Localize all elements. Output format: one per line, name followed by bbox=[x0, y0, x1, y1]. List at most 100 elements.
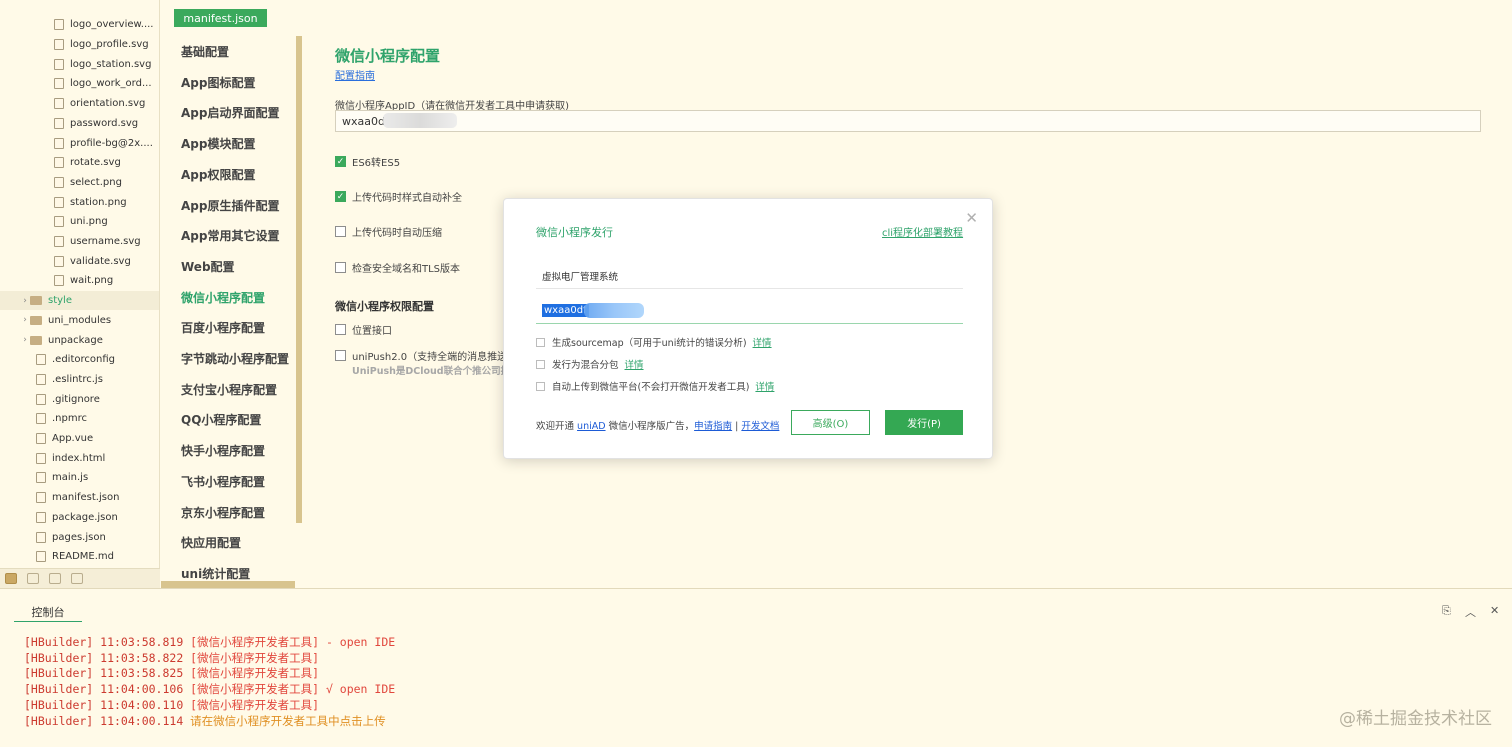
console-prefix: [HBuilder] 11:04:00.114 bbox=[24, 713, 191, 728]
tree-item-label: uni.png bbox=[70, 216, 108, 228]
autoprefix-option[interactable]: ✓ 上传代码时样式自动补全 bbox=[335, 189, 462, 204]
tree-file[interactable]: index.html bbox=[0, 448, 159, 468]
plugin-icon[interactable] bbox=[71, 573, 83, 584]
tree-file[interactable]: .eslintrc.js bbox=[0, 370, 159, 390]
advanced-button[interactable]: 高级(O) bbox=[791, 410, 870, 435]
appid-input[interactable]: wxaa0d bbox=[335, 110, 1481, 132]
nav-item[interactable]: 京东小程序配置 bbox=[181, 504, 265, 521]
tree-file[interactable]: .editorconfig bbox=[0, 350, 159, 370]
nav-item[interactable]: 字节跳动小程序配置 bbox=[181, 350, 289, 367]
config-guide-link[interactable]: 配置指南 bbox=[335, 67, 375, 82]
tree-file[interactable]: password.svg bbox=[0, 114, 159, 134]
tree-file[interactable]: uni.png bbox=[0, 212, 159, 232]
sourcemap-detail-link[interactable]: 详情 bbox=[753, 335, 772, 349]
apply-guide-link[interactable]: 申请指南 bbox=[694, 421, 732, 432]
checkbox-icon[interactable] bbox=[335, 324, 346, 335]
nav-item[interactable]: 百度小程序配置 bbox=[181, 319, 265, 336]
tree-file[interactable]: rotate.svg bbox=[0, 153, 159, 173]
nav-item[interactable]: App常用其它设置 bbox=[181, 227, 279, 244]
nav-item[interactable]: App模块配置 bbox=[181, 135, 255, 152]
tree-file[interactable]: pages.json bbox=[0, 527, 159, 547]
tree-file[interactable]: logo_station.svg bbox=[0, 54, 159, 74]
nav-horizontal-scrollbar[interactable] bbox=[161, 581, 295, 588]
tree-file[interactable]: .npmrc bbox=[0, 409, 159, 429]
nav-item[interactable]: App启动界面配置 bbox=[181, 104, 279, 121]
tree-file[interactable]: orientation.svg bbox=[0, 94, 159, 114]
tree-file[interactable]: App.vue bbox=[0, 429, 159, 449]
autoupload-option[interactable]: 自动上传到微信平台(不会打开微信开发者工具) 详情 bbox=[536, 379, 774, 393]
tree-item-label: validate.svg bbox=[70, 255, 131, 267]
tree-folder[interactable]: › uni_modules bbox=[0, 311, 159, 331]
cli-tutorial-link[interactable]: cli程序化部署教程 bbox=[882, 224, 963, 239]
tree-file[interactable]: station.png bbox=[0, 192, 159, 212]
nav-item[interactable]: 基础配置 bbox=[181, 43, 229, 60]
tree-file[interactable]: logo_profile.svg bbox=[0, 35, 159, 55]
checkbox-icon[interactable] bbox=[335, 262, 346, 273]
nav-item[interactable]: 微信小程序配置 bbox=[181, 289, 265, 306]
tree-item-label: App.vue bbox=[52, 433, 94, 445]
search-icon[interactable] bbox=[49, 573, 61, 584]
autoupload-detail-link[interactable]: 详情 bbox=[755, 379, 774, 393]
close-icon[interactable]: ✕ bbox=[1490, 604, 1499, 617]
subpackage-option[interactable]: 发行为混合分包 详情 bbox=[536, 357, 644, 371]
sourcemap-option[interactable]: 生成sourcemap（可用于uni统计的错误分析) 详情 bbox=[536, 335, 772, 349]
nav-item[interactable]: App图标配置 bbox=[181, 74, 255, 91]
tree-item-label: .eslintrc.js bbox=[52, 373, 103, 385]
nav-item[interactable]: Web配置 bbox=[181, 258, 235, 275]
console-panel: 控制台 ⎘ ︿ ✕ [HBuilder] 11:03:58.819 [微信小程序… bbox=[0, 588, 1512, 747]
tree-file[interactable]: logo_overview.... bbox=[0, 15, 159, 35]
tree-file[interactable]: profile-bg@2x.... bbox=[0, 133, 159, 153]
tree-folder[interactable]: › style bbox=[0, 290, 159, 311]
debug-icon[interactable] bbox=[27, 573, 39, 584]
close-icon[interactable]: ✕ bbox=[965, 209, 978, 227]
checkbox-icon[interactable] bbox=[536, 359, 545, 369]
nav-item[interactable]: App原生插件配置 bbox=[181, 197, 279, 214]
file-tree: logo_overview.... logo_profile.svg logo_st… bbox=[0, 0, 160, 568]
chevron-right-icon[interactable]: › bbox=[20, 296, 30, 306]
chevron-right-icon[interactable]: › bbox=[20, 335, 30, 345]
checkbox-icon[interactable] bbox=[536, 381, 545, 391]
console-line: [HBuilder] 11:04:00.114 请在微信小程序开发者工具中点击上… bbox=[24, 714, 395, 730]
tree-file[interactable]: wait.png bbox=[0, 271, 159, 291]
tree-file[interactable]: .gitignore bbox=[0, 389, 159, 409]
nav-item[interactable]: QQ小程序配置 bbox=[181, 411, 261, 428]
tls-option[interactable]: 检查安全域名和TLS版本 bbox=[335, 260, 460, 275]
dev-docs-link[interactable]: 开发文档 bbox=[741, 421, 779, 432]
tab-console[interactable]: 控制台 bbox=[14, 604, 82, 622]
minify-option[interactable]: 上传代码时自动压缩 bbox=[335, 224, 442, 239]
uniad-link[interactable]: uniAD bbox=[577, 421, 606, 432]
tree-file[interactable]: package.json bbox=[0, 508, 159, 528]
location-option[interactable]: 位置接口 bbox=[335, 322, 392, 337]
checkbox-checked-icon[interactable]: ✓ bbox=[335, 156, 346, 167]
unipush-option[interactable]: uniPush2.0（支持全端的消息推送 bbox=[335, 348, 507, 363]
nav-scrollbar[interactable] bbox=[296, 36, 302, 523]
tree-file[interactable]: validate.svg bbox=[0, 251, 159, 271]
nav-item[interactable]: App权限配置 bbox=[181, 166, 255, 183]
tree-file[interactable]: main.js bbox=[0, 468, 159, 488]
tree-folder[interactable]: › unpackage bbox=[0, 330, 159, 350]
chevron-up-icon[interactable]: ︿ bbox=[1465, 604, 1476, 620]
nav-item[interactable]: 支付宝小程序配置 bbox=[181, 381, 277, 398]
checkbox-icon[interactable] bbox=[536, 337, 545, 347]
chevron-right-icon[interactable]: › bbox=[20, 315, 30, 325]
tree-file[interactable]: select.png bbox=[0, 173, 159, 193]
checkbox-icon[interactable] bbox=[335, 226, 346, 237]
tree-file[interactable]: README.md bbox=[0, 547, 159, 567]
file-icon bbox=[54, 216, 64, 228]
es6-option[interactable]: ✓ ES6转ES5 bbox=[335, 154, 400, 169]
export-icon[interactable]: ⎘ bbox=[1442, 604, 1451, 618]
nav-item[interactable]: 快手小程序配置 bbox=[181, 442, 265, 459]
nav-item[interactable]: 飞书小程序配置 bbox=[181, 473, 265, 490]
nav-item[interactable]: uni统计配置 bbox=[181, 565, 250, 582]
publish-button[interactable]: 发行(P) bbox=[885, 410, 963, 435]
subpackage-detail-link[interactable]: 详情 bbox=[625, 357, 644, 371]
checkbox-checked-icon[interactable]: ✓ bbox=[335, 191, 346, 202]
tree-file[interactable]: manifest.json bbox=[0, 488, 159, 508]
project-name-field[interactable]: 虚拟电厂管理系统 bbox=[536, 259, 963, 289]
tree-file[interactable]: username.svg bbox=[0, 232, 159, 252]
tree-file[interactable]: logo_work_ord... bbox=[0, 74, 159, 94]
manifest-tab[interactable]: manifest.json bbox=[174, 9, 267, 27]
nav-item[interactable]: 快应用配置 bbox=[181, 534, 241, 551]
checkbox-icon[interactable] bbox=[335, 350, 346, 361]
folder-icon[interactable] bbox=[5, 573, 17, 584]
